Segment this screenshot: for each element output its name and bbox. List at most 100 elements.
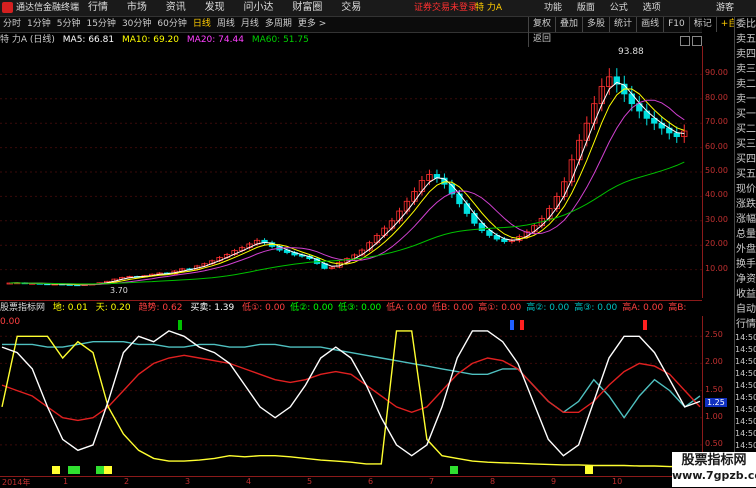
period-60min[interactable]: 60分钟 [154,17,189,32]
price-tick: 70.00 [705,117,728,127]
menu-options[interactable]: 选项 [643,3,661,13]
tool-f10[interactable]: F10 [663,17,689,32]
period-weekly[interactable]: 周线 [214,17,238,32]
osc-current-value: 1.25 [705,398,727,408]
period-5min[interactable]: 5分钟 [54,17,84,32]
candle-body [471,213,478,224]
date-tick: 9 [551,477,557,486]
side-panel-item[interactable]: 14:50 [735,404,756,416]
tool-back[interactable]: 返回 [528,32,555,47]
side-panel-item[interactable]: 14:50 [735,368,756,380]
side-panel-item[interactable]: 委比 [735,17,756,32]
period-multi[interactable]: 多周期 [262,17,295,32]
period-30min[interactable]: 30分钟 [119,17,154,32]
side-panel-item[interactable]: 外盘 [735,242,756,257]
date-tick: 2014年 [2,478,31,487]
side-panel-item[interactable]: 卖五 [735,32,756,47]
menu-market[interactable]: 市场 [127,2,147,13]
side-panel-item[interactable]: 行情 [735,317,756,332]
tool-multi-stock[interactable]: 多股 [582,17,609,32]
chart-maximize-icon[interactable] [692,36,702,46]
indicator-name[interactable]: 股票指标网 [0,303,45,313]
candlestick-chart[interactable]: 93.88 3.70 [0,46,702,298]
side-panel-item[interactable]: 涨幅 [735,212,756,227]
side-panel-item[interactable]: 收益 [735,287,756,302]
tool-draw[interactable]: 画线 [636,17,663,32]
oscillator-chart[interactable] [0,316,702,476]
side-panel-item[interactable]: 现价 [735,182,756,197]
side-panel-item[interactable]: 买一 [735,107,756,122]
side-panel-item[interactable]: 14:50 [735,344,756,356]
menu-info[interactable]: 资讯 [166,2,186,13]
menu-trade[interactable]: 交易 [341,2,361,13]
side-panel-item[interactable]: 卖二 [735,77,756,92]
quote-side-panel: 委比 卖五 卖四 卖三 卖二 卖一 买一 买二 买三 买四 买五 现价 涨跌 涨幅 总量 外盘 换手 净资 收益 自动… [734,17,756,487]
side-panel-item[interactable]: 买二 [735,122,756,137]
side-panel-item[interactable]: 14:50 [735,380,756,392]
side-panel-item[interactable]: 卖四 [735,47,756,62]
user-guest[interactable]: 游客 [716,0,734,16]
candle-body [628,93,635,105]
ma5-line [9,81,685,286]
menu-assistant[interactable]: 问小达 [244,2,274,13]
indicator-signal-1: 低②: 0.00 [290,303,334,313]
period-1min[interactable]: 1分钟 [24,17,54,32]
osc-signal-marker [643,320,647,330]
osc-bottom-marker [450,466,458,474]
date-tick: 6 [368,477,374,486]
side-panel-item[interactable]: 14:50 [735,332,756,344]
ma5-value: MA5: 66.81 [62,35,115,45]
period-daily[interactable]: 日线 [190,17,214,32]
side-panel-item[interactable]: 14:50 [735,428,756,440]
menu-wealth[interactable]: 财富圈 [292,2,322,13]
indicator-signal-2: 低③: 0.00 [338,303,382,313]
candle-body [463,203,471,214]
tool-mark[interactable]: 标记 [688,17,716,32]
period-15min[interactable]: 15分钟 [83,17,118,32]
candle-body [456,193,463,205]
menu-quotes[interactable]: 行情 [88,2,108,13]
side-panel-item[interactable]: 14:50 [735,416,756,428]
side-panel-item[interactable]: 买三 [735,137,756,152]
ma60-line [9,161,685,285]
osc-tick: 2.00 [705,357,723,367]
side-panel-item[interactable]: 买四 [735,152,756,167]
menu-formula[interactable]: 公式 [610,3,628,13]
side-panel-item[interactable]: 14:50 [735,356,756,368]
side-panel-item[interactable]: 净资 [735,272,756,287]
period-more[interactable]: 更多 > [295,17,329,32]
side-panel-item[interactable]: 卖一 [735,92,756,107]
side-panel-item[interactable]: 总量 [735,227,756,242]
side-panel-item[interactable]: 14:50 [735,440,756,452]
osc-signal-marker [510,320,514,330]
watermark-url: www.7gpzb.com [672,469,756,482]
osc-markers [52,320,647,474]
menu-function[interactable]: 功能 [544,3,562,13]
chart-minimize-icon[interactable] [680,36,690,46]
side-panel-item[interactable]: 14:50 [735,392,756,404]
ma20-value: MA20: 74.44 [186,35,244,45]
side-panel-item[interactable]: 卖三 [735,62,756,77]
menu-discover[interactable]: 发现 [205,2,225,13]
date-tick: 4 [246,477,252,486]
moving-averages [9,81,685,286]
price-tick: 10.00 [705,263,728,273]
tool-overlay[interactable]: 叠加 [555,17,582,32]
side-panel-item[interactable]: 自动 [735,302,756,317]
tool-stats[interactable]: 统计 [609,17,636,32]
stock-name-header: 特 力A [475,3,503,13]
indicator-signal-7: 高③: 0.00 [574,303,618,313]
side-panel-item[interactable]: 换手 [735,257,756,272]
period-monthly[interactable]: 月线 [238,17,262,32]
side-panel-item[interactable]: 买五 [735,167,756,182]
indicator-di: 地: 0.01 [52,303,88,313]
side-panel-item[interactable]: 涨跌 [735,197,756,212]
period-timeshare[interactable]: 分时 [0,17,24,32]
login-status[interactable]: 证券交易未登录 [414,0,477,16]
date-axis: 2014年1234567891011 [0,476,702,488]
tool-restore-rights[interactable]: 复权 [528,17,555,32]
site-watermark: 股票指标网 www.7gpzb.com [672,452,756,487]
osc-tick: 1.50 [705,384,723,394]
osc-signal-marker [520,320,524,330]
menu-layout[interactable]: 版面 [577,3,595,13]
